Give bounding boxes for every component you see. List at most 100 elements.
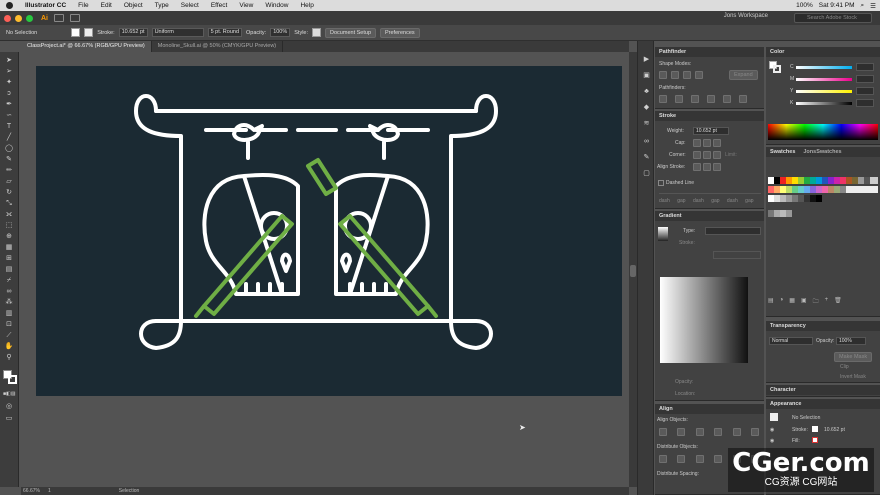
round-join-button[interactable]	[703, 151, 711, 159]
miter-join-button[interactable]	[693, 151, 701, 159]
lasso-tool-icon[interactable]: ↄ	[3, 89, 15, 98]
eye-stroke-icon[interactable]: ◉	[770, 427, 774, 433]
status-tool[interactable]: Selection	[119, 488, 140, 494]
search-adobe-stock-input[interactable]: Search Adobe Stock	[794, 13, 872, 23]
gradient-slider-preview[interactable]	[660, 277, 748, 363]
skull-artwork[interactable]	[36, 66, 622, 396]
fill-swatch[interactable]	[71, 28, 81, 37]
zoom-tool-icon[interactable]: ⚲	[3, 353, 15, 362]
tab-classproject[interactable]: ClassProject.ai* @ 66.67% (RGB/GPU Previ…	[21, 41, 152, 52]
color-modes-icon[interactable]: ■◧▨	[3, 390, 15, 399]
symbols-icon[interactable]: ♣	[642, 87, 651, 96]
graphic-styles-icon[interactable]: ◆	[642, 103, 651, 112]
align-inside-stroke-button[interactable]	[703, 163, 711, 171]
pencil-tool-icon[interactable]: ✏	[3, 166, 15, 175]
graph-tool-icon[interactable]: ▥	[3, 309, 15, 318]
artboards-icon[interactable]: ▢	[642, 169, 651, 178]
artboard-number[interactable]: 1	[48, 488, 51, 494]
brushes-icon[interactable]: ✎	[642, 153, 651, 162]
transparency-title[interactable]: Transparency	[766, 321, 880, 331]
stroke-weight-field[interactable]: 10.652 pt	[118, 28, 148, 37]
bevel-join-button[interactable]	[713, 151, 721, 159]
invert-mask-checkbox[interactable]: Invert Mask	[840, 374, 866, 380]
width-tool-icon[interactable]: ⟗	[3, 210, 15, 219]
menu-view[interactable]: View	[233, 2, 259, 9]
tab-monoline-skull[interactable]: Monoline_Skull.ai @ 50% (CMYK/GPU Previe…	[152, 41, 284, 52]
make-mask-button[interactable]: Make Mask	[834, 352, 873, 362]
appearance-stroke-value[interactable]: 10.652 pt	[824, 427, 845, 433]
gradient-tool-icon[interactable]: ▤	[3, 265, 15, 274]
mesh-tool-icon[interactable]: ⊞	[3, 254, 15, 263]
gradient-title[interactable]: Gradient	[655, 211, 764, 221]
swatches-tab[interactable]: Swatches	[770, 147, 795, 157]
search-icon[interactable]: ⌕	[861, 2, 865, 10]
appearance-stroke-label[interactable]: Stroke:	[792, 427, 808, 433]
jons-swatches-tab[interactable]: JonsSwatches	[803, 147, 841, 157]
paintbrush-tool-icon[interactable]: ✎	[3, 155, 15, 164]
minus-back-button[interactable]	[739, 95, 747, 103]
screen-mode-icon[interactable]: ▭	[3, 414, 15, 423]
magenta-field[interactable]	[856, 75, 874, 83]
magenta-slider[interactable]	[796, 78, 852, 81]
perspective-grid-tool-icon[interactable]: ▦	[3, 243, 15, 252]
menu-help[interactable]: Help	[294, 2, 319, 9]
menu-select[interactable]: Select	[175, 2, 205, 9]
align-center-stroke-button[interactable]	[693, 163, 701, 171]
slice-tool-icon[interactable]: ⟋	[3, 331, 15, 340]
workspace-switcher[interactable]: Jons Workspace	[724, 13, 768, 19]
color-stroke-box[interactable]	[773, 65, 781, 73]
dashed-line-checkbox[interactable]	[658, 180, 664, 186]
clip-checkbox[interactable]: Clip	[840, 364, 849, 370]
transparency-opacity-field[interactable]: 100%	[836, 337, 866, 345]
menu-window[interactable]: Window	[259, 2, 294, 9]
preferences-button[interactable]: Preferences	[380, 27, 420, 38]
divide-button[interactable]	[659, 95, 667, 103]
close-window-icon[interactable]	[4, 14, 11, 22]
symbol-sprayer-tool-icon[interactable]: ⁂	[3, 298, 15, 307]
stroke-color-box[interactable]	[8, 375, 17, 384]
direct-selection-tool-icon[interactable]: ➢	[3, 67, 15, 76]
artboard-tool-icon[interactable]: ⊡	[3, 320, 15, 329]
projecting-cap-button[interactable]	[713, 139, 721, 147]
eyedropper-tool-icon[interactable]: ⌿	[3, 276, 15, 285]
type-tool-icon[interactable]: T	[3, 122, 15, 131]
pen-tool-icon[interactable]: ✒	[3, 100, 15, 109]
unite-button[interactable]	[659, 71, 667, 79]
menu-app-name[interactable]: Illustrator CC	[19, 2, 72, 9]
play-icon[interactable]: ▶	[642, 55, 651, 64]
swatch-footer-icons[interactable]: ▤ ◑ ▦ ▣ 🗀 + 🗑	[768, 297, 878, 305]
align-title[interactable]: Align	[655, 404, 764, 414]
black-slider[interactable]	[796, 102, 852, 105]
gradient-preview[interactable]	[658, 227, 668, 241]
artboard[interactable]	[36, 66, 622, 396]
draw-mode-icon[interactable]: ◎	[3, 402, 15, 411]
expand-button[interactable]: Expand	[729, 70, 758, 80]
scale-tool-icon[interactable]: ⤡	[3, 199, 15, 208]
scroll-thumb[interactable]	[630, 265, 636, 277]
magic-wand-tool-icon[interactable]: ✦	[3, 78, 15, 87]
outline-button[interactable]	[723, 95, 731, 103]
apple-icon[interactable]	[6, 2, 13, 9]
shape-builder-tool-icon[interactable]: ⊕	[3, 232, 15, 241]
zoom-level[interactable]: 66.67%	[23, 488, 40, 494]
yellow-slider[interactable]	[796, 90, 852, 93]
blend-mode-select[interactable]: Normal	[769, 337, 813, 345]
intersect-button[interactable]	[683, 71, 691, 79]
menu-type[interactable]: Type	[149, 2, 175, 9]
crop-button[interactable]	[707, 95, 715, 103]
zoom-window-icon[interactable]	[26, 14, 33, 22]
minimize-window-icon[interactable]	[15, 14, 22, 22]
swatch-libraries-icon[interactable]: ▣	[642, 71, 651, 80]
stroke-swatch[interactable]	[84, 28, 94, 37]
variable-width-profile[interactable]: Uniform	[151, 28, 204, 37]
stroke-title[interactable]: Stroke	[655, 111, 764, 121]
yellow-field[interactable]	[856, 87, 874, 95]
eraser-tool-icon[interactable]: ▱	[3, 177, 15, 186]
bridge-icon[interactable]	[54, 14, 64, 22]
character-title[interactable]: Character	[766, 385, 880, 395]
blend-tool-icon[interactable]: ∞	[3, 287, 15, 296]
appearance-title[interactable]: Appearance	[766, 399, 880, 409]
brush-definition[interactable]: 5 pt. Round	[207, 28, 242, 37]
document-setup-button[interactable]: Document Setup	[325, 27, 376, 38]
appearance-fill-label[interactable]: Fill:	[792, 438, 800, 444]
